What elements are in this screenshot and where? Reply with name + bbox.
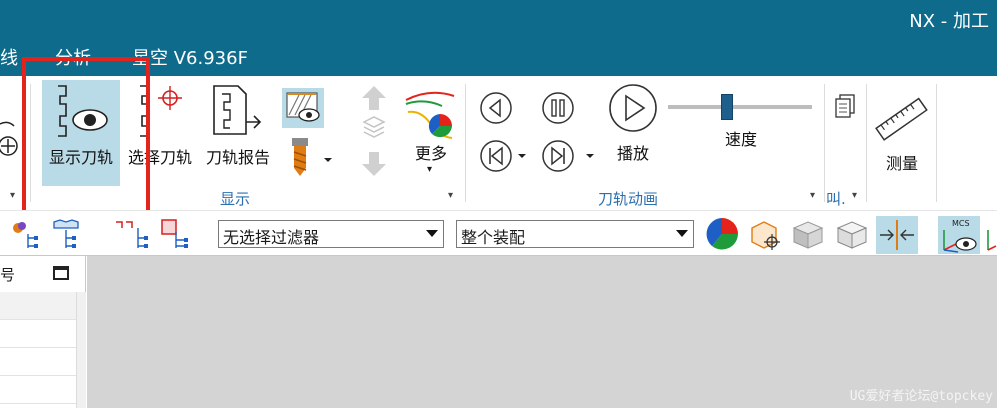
selection-scope-dropdown[interactable]: 整个装配	[456, 220, 694, 248]
toolpath-report-button[interactable]: 刀轨报告	[200, 80, 276, 186]
display-mode-button[interactable]	[282, 88, 324, 128]
fixture-tree-icon	[53, 219, 79, 248]
component-filter-button[interactable]	[50, 216, 86, 252]
shaded-view-button[interactable]	[790, 216, 826, 252]
section-plane-icon	[880, 220, 914, 250]
play-button[interactable]: 播放	[604, 80, 662, 186]
navigator-scrollbar[interactable]	[76, 292, 86, 408]
list-item[interactable]	[0, 376, 76, 404]
hatched-eye-icon	[286, 92, 320, 122]
more-dropdown-icon: ▾	[427, 164, 433, 175]
list-item[interactable]	[0, 348, 76, 376]
measure-button[interactable]: 测量	[872, 80, 932, 186]
documents-button[interactable]	[832, 92, 860, 122]
display-group-arrow-icon[interactable]: ▾	[448, 190, 453, 201]
pause-icon	[542, 92, 574, 124]
colorful-paths-icon	[405, 91, 455, 139]
speed-slider-thumb[interactable]	[721, 94, 733, 120]
partial-axes-button[interactable]	[984, 216, 997, 252]
navigator-header: 号	[0, 256, 86, 292]
graphics-window[interactable]: UG爱好者论坛@topckey	[87, 256, 997, 408]
skip-back-icon	[480, 140, 526, 172]
play-label: 播放	[616, 144, 649, 163]
skip-forward-icon	[542, 140, 594, 172]
watermark-text: UG爱好者论坛@topckey	[849, 389, 993, 404]
wireframe-view-button[interactable]	[834, 216, 870, 252]
display-group-label: 显示	[220, 190, 251, 208]
window-title: NX - 加工	[909, 11, 989, 32]
step-back-button[interactable]	[478, 90, 514, 126]
partial-group-arrow-icon[interactable]: ▾	[852, 190, 857, 201]
selection-scope-value: 整个装配	[461, 228, 526, 247]
left-group-arrow-icon[interactable]: ▾	[10, 190, 15, 201]
chevron-down-icon	[426, 230, 438, 237]
ribbon-separator	[465, 84, 466, 202]
measure-label: 测量	[885, 154, 918, 173]
go-to-end-button[interactable]	[540, 138, 598, 174]
tool-tree-icon	[116, 221, 148, 248]
navigator-column-header[interactable]	[0, 292, 76, 320]
partial-axes-icon	[987, 230, 997, 251]
cutting-tool-icon	[292, 138, 332, 176]
maximize-icon[interactable]	[53, 266, 69, 280]
tool-tree-button[interactable]	[112, 216, 152, 252]
color-wheel-icon	[706, 218, 738, 250]
speed-slider[interactable]: 速度	[668, 88, 814, 149]
color-wheel-button[interactable]	[704, 216, 740, 252]
assembly-tree-icon	[13, 222, 38, 248]
step-back-icon	[480, 92, 512, 124]
highlight-callout-box	[22, 57, 150, 227]
snap-point-button[interactable]	[746, 216, 784, 252]
ruler-icon	[875, 97, 928, 141]
toolpath-report-icon	[213, 85, 262, 135]
section-view-button[interactable]	[876, 216, 918, 254]
documents-icon	[835, 94, 855, 118]
more-button[interactable]: 更多 ▾	[402, 80, 460, 186]
selection-filter-dropdown[interactable]: 无选择过滤器	[218, 220, 444, 248]
plus-circle-icon	[0, 121, 18, 156]
wire-cube-icon	[836, 221, 868, 249]
menu-item-curve[interactable]: 线	[0, 44, 18, 70]
list-item[interactable]	[0, 320, 76, 348]
selection-toolbar: 无选择过滤器 整个装配 MCS	[0, 210, 997, 256]
mcs-display-button[interactable]: MCS	[938, 216, 980, 254]
up-arrow-icon[interactable]	[358, 82, 390, 180]
selection-filter-value: 无选择过滤器	[223, 228, 320, 247]
filter-icon-group[interactable]	[10, 216, 40, 252]
partial-tool[interactable]	[0, 116, 22, 166]
ribbon-separator	[936, 84, 937, 202]
toolpath-animation-group-label: 刀轨动画	[598, 190, 659, 208]
ribbon-separator	[824, 84, 825, 202]
speed-label: 速度	[724, 130, 757, 149]
toolpath-report-label: 刀轨报告	[205, 148, 270, 167]
partial-group-label: 叫.	[826, 190, 846, 208]
title-bar: NX - 加工	[0, 0, 997, 38]
chevron-down-icon	[676, 230, 688, 237]
operation-tree-icon	[161, 219, 188, 248]
shaded-cube-icon	[792, 221, 824, 249]
more-label: 更多	[414, 144, 447, 163]
list-order-buttons	[358, 82, 390, 180]
pause-button[interactable]	[540, 90, 576, 126]
tool-display-button[interactable]	[284, 136, 336, 180]
mcs-axes-icon: MCS	[943, 219, 977, 253]
operation-navigator-panel: 号	[0, 256, 86, 408]
navigator-header-text: 号	[0, 266, 16, 284]
operation-tree-button[interactable]	[156, 216, 192, 252]
cube-crosshair-icon	[751, 221, 780, 250]
animation-group-arrow-icon[interactable]: ▾	[810, 190, 815, 201]
speed-slider-track	[668, 105, 812, 109]
go-to-start-button[interactable]	[478, 138, 528, 174]
ribbon-separator	[866, 84, 867, 202]
mcs-label: MCS	[952, 219, 970, 228]
play-icon	[609, 84, 657, 132]
